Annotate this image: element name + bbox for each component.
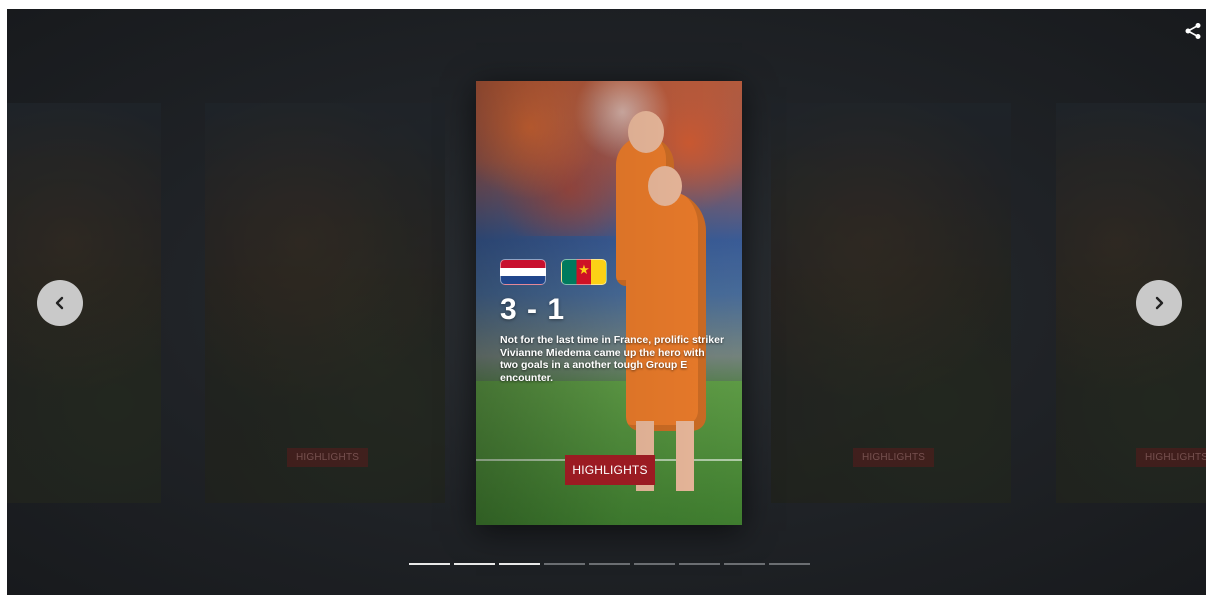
progress-segment [589,563,630,565]
highlights-button: HIGHLIGHTS [853,448,935,467]
chevron-left-icon [55,296,64,310]
match-description: Not for the last time in France, prolifi… [500,334,725,384]
story-card-previous-2[interactable] [7,103,161,503]
progress-segment [634,563,675,565]
progress-segment [454,563,495,565]
story-viewer: HIGHLIGHTS HIGHLIGHTS HIGHLIGHTS ★ 3 - 1… [7,9,1206,595]
chevron-right-icon [1155,296,1164,310]
cameroon-flag-icon: ★ [561,259,607,285]
story-card-next-2[interactable]: HIGHLIGHTS [1056,103,1206,503]
progress-segment [769,563,810,565]
progress-segment [409,563,450,565]
progress-segment [499,563,540,565]
story-card-previous-1[interactable]: HIGHLIGHTS [205,103,445,503]
highlights-button: HIGHLIGHTS [1136,448,1206,467]
netherlands-flag-icon [500,259,546,285]
progress-segment [679,563,720,565]
story-card-next-1[interactable]: HIGHLIGHTS [771,103,1011,503]
story-progress-bar [409,563,810,565]
active-story-card: ★ 3 - 1 Not for the last time in France,… [476,81,742,525]
match-score: 3 - 1 [500,293,566,326]
share-icon [1185,23,1201,39]
next-button[interactable] [1136,280,1182,326]
highlights-button: HIGHLIGHTS [287,448,369,467]
progress-segment [724,563,765,565]
share-button[interactable] [1184,22,1202,40]
highlights-button[interactable]: HIGHLIGHTS [565,455,655,485]
progress-segment [544,563,585,565]
previous-button[interactable] [37,280,83,326]
